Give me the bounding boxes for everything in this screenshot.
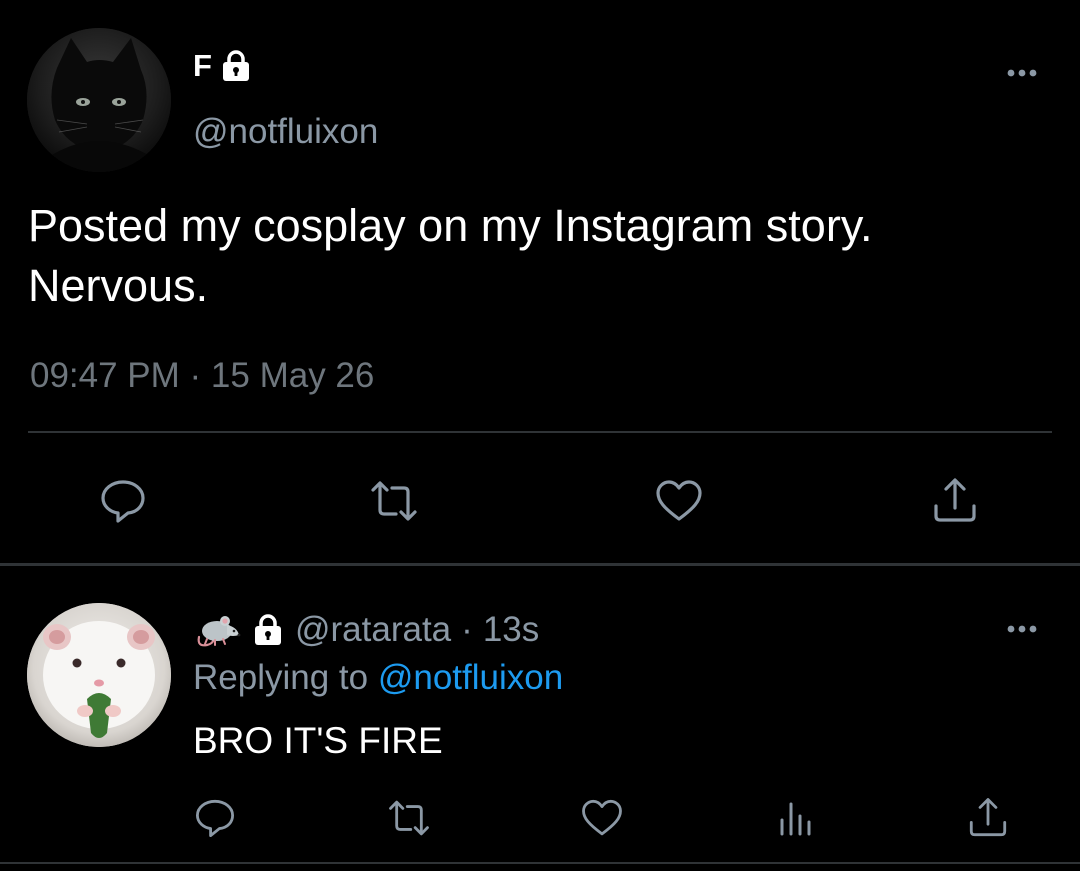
retweet-icon[interactable] [369,476,419,526]
display-name[interactable]: F [193,48,213,84]
handle[interactable]: @notfluixon [193,112,378,152]
timestamp[interactable]: 09:47 PM · 15 May 26 [30,356,374,396]
lock-icon [251,613,285,647]
rat-icon [193,611,241,649]
tweet-thread: F @notfluixon Posted my cosplay on my In… [0,0,1080,871]
like-icon[interactable] [654,476,704,526]
reply-text: BRO IT'S FIRE [193,720,443,761]
replying-prefix: Replying to [193,658,369,697]
reply-header: @ratarata · 13s [193,610,539,650]
reply-icon[interactable] [98,476,148,526]
main-tweet[interactable]: F @notfluixon Posted my cosplay on my In… [0,0,1080,565]
display-name-row: F [193,48,253,84]
separator: · [461,610,473,649]
action-bar [0,796,1080,840]
time-ago[interactable]: 13s [483,610,539,650]
avatar[interactable] [27,28,171,172]
reply-icon[interactable] [193,796,237,840]
hamster-avatar-image [27,603,171,747]
avatar[interactable] [27,603,171,747]
divider [0,862,1080,864]
black-cat-avatar-image [27,28,171,172]
like-icon[interactable] [580,796,624,840]
more-options-icon[interactable] [1000,58,1044,88]
share-icon[interactable] [966,796,1010,840]
lock-icon [219,49,253,83]
thread-divider [0,563,1080,566]
more-options-icon[interactable] [1000,614,1044,644]
analytics-icon[interactable] [774,796,818,840]
handle[interactable]: @ratarata [295,610,451,650]
mention-link[interactable]: @notfluixon [378,658,563,697]
tweet-text: Posted my cosplay on my Instagram story.… [28,200,873,311]
share-icon[interactable] [930,476,980,526]
replying-to: Replying to @notfluixon [193,658,563,698]
divider [28,431,1052,433]
action-bar [0,476,1080,526]
retweet-icon[interactable] [387,796,431,840]
